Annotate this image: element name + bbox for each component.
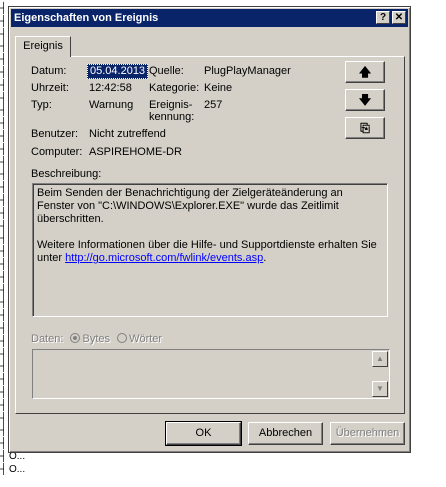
help-button[interactable]: ? [376,11,390,24]
scroll-down-icon[interactable]: ▼ [372,381,388,397]
tab-ereignis[interactable]: Ereignis [15,36,71,57]
kennung-value: 257 [204,99,223,111]
arrow-up-icon: 🡅 [358,65,372,79]
data-textbox[interactable]: ▲ ▼ [32,349,390,399]
dialog-title: Eigenschaften von Ereignis [14,12,159,24]
kategorie-value: Keine [204,82,233,94]
woerter-label: Wörter [129,333,163,345]
cancel-button[interactable]: Abbrechen [248,422,323,445]
uhrzeit-value: 12:42:58 [89,82,132,94]
next-event-button[interactable]: 🡇 [345,89,385,111]
kennung-label-line1: Ereignis- [149,99,193,111]
description-line2-suffix: . [263,252,267,264]
benutzer-label: Benutzer: [31,128,79,140]
woerter-radio[interactable] [117,333,128,343]
bytes-radio[interactable] [70,333,81,343]
quelle-value: PlugPlayManager [204,65,291,77]
typ-value: Warnung [89,99,134,111]
description-line2: Weitere Informationen über die Hilfe- un… [37,239,383,265]
copy-icon: ⎘ [360,121,370,135]
help-link[interactable]: http://go.microsoft.com/fwlink/events.as… [65,252,263,264]
event-properties-dialog: Eigenschaften von Ereignis ? ✕ Ereignis … [8,6,411,453]
typ-label: Typ: [31,99,52,111]
arrow-down-icon: 🡇 [358,93,372,107]
computer-value: ASPIREHOME-DR [89,146,182,158]
beschreibung-label: Beschreibung: [31,168,102,180]
scroll-up-icon[interactable]: ▲ [372,351,388,367]
description-textbox[interactable]: Beim Senden der Benachrichtigung der Zie… [32,183,388,317]
data-format-row: Daten: Bytes Wörter [31,333,162,345]
background-list-row: ┤O... [0,463,25,476]
uhrzeit-label: Uhrzeit: [31,82,69,94]
row-text: O... [9,463,26,475]
kategorie-label: Kategorie: [149,82,200,94]
daten-label: Daten: [31,333,64,345]
previous-event-button[interactable]: 🡅 [345,61,385,83]
data-scrollbar[interactable]: ▲ ▼ [372,351,388,397]
kennung-label-line2: kennung: [149,111,195,123]
description-line1: Beim Senden der Benachrichtigung der Zie… [37,187,343,225]
copy-button[interactable]: ⎘ [345,117,385,139]
row-marker-icon: ┤ [0,463,8,475]
benutzer-value: Nicht zutreffend [89,128,166,140]
ok-button[interactable]: OK [165,421,242,446]
close-button[interactable]: ✕ [392,11,406,24]
datum-label: Datum: [31,65,67,77]
title-bar[interactable]: Eigenschaften von Ereignis ? ✕ [11,9,408,27]
bytes-label: Bytes [82,333,110,345]
apply-button[interactable]: Übernehmen [330,422,405,445]
datum-value[interactable]: 05.04.2013 [87,64,149,79]
quelle-label: Quelle: [149,65,184,77]
computer-label: Computer: [31,146,83,158]
